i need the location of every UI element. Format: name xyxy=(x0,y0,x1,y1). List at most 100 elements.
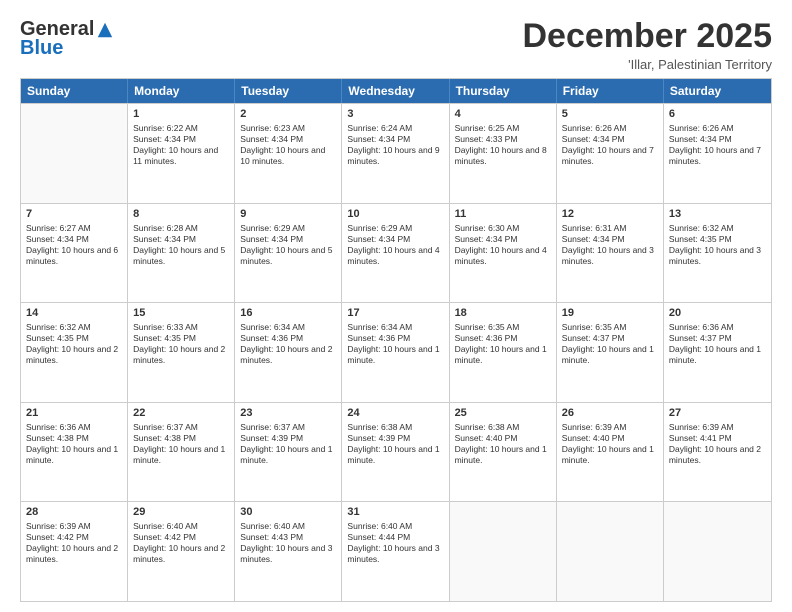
header-day-wednesday: Wednesday xyxy=(342,79,449,103)
calendar-cell xyxy=(21,104,128,203)
day-info: Sunrise: 6:34 AM Sunset: 4:36 PM Dayligh… xyxy=(240,322,336,366)
calendar-cell: 30Sunrise: 6:40 AM Sunset: 4:43 PM Dayli… xyxy=(235,502,342,601)
header-day-tuesday: Tuesday xyxy=(235,79,342,103)
day-info: Sunrise: 6:39 AM Sunset: 4:42 PM Dayligh… xyxy=(26,521,122,565)
day-info: Sunrise: 6:23 AM Sunset: 4:34 PM Dayligh… xyxy=(240,123,336,167)
header-day-thursday: Thursday xyxy=(450,79,557,103)
day-info: Sunrise: 6:26 AM Sunset: 4:34 PM Dayligh… xyxy=(669,123,766,167)
day-number: 2 xyxy=(240,107,336,122)
day-info: Sunrise: 6:38 AM Sunset: 4:40 PM Dayligh… xyxy=(455,422,551,466)
calendar-row-3: 21Sunrise: 6:36 AM Sunset: 4:38 PM Dayli… xyxy=(21,402,771,502)
day-info: Sunrise: 6:39 AM Sunset: 4:40 PM Dayligh… xyxy=(562,422,658,466)
calendar-cell: 31Sunrise: 6:40 AM Sunset: 4:44 PM Dayli… xyxy=(342,502,449,601)
day-number: 26 xyxy=(562,406,658,421)
day-number: 22 xyxy=(133,406,229,421)
calendar-cell: 17Sunrise: 6:34 AM Sunset: 4:36 PM Dayli… xyxy=(342,303,449,402)
day-info: Sunrise: 6:39 AM Sunset: 4:41 PM Dayligh… xyxy=(669,422,766,466)
calendar-cell: 26Sunrise: 6:39 AM Sunset: 4:40 PM Dayli… xyxy=(557,403,664,502)
subtitle: 'Illar, Palestinian Territory xyxy=(522,57,772,72)
day-info: Sunrise: 6:29 AM Sunset: 4:34 PM Dayligh… xyxy=(240,223,336,267)
calendar-cell: 1Sunrise: 6:22 AM Sunset: 4:34 PM Daylig… xyxy=(128,104,235,203)
day-number: 27 xyxy=(669,406,766,421)
day-info: Sunrise: 6:35 AM Sunset: 4:37 PM Dayligh… xyxy=(562,322,658,366)
title-block: December 2025 'Illar, Palestinian Territ… xyxy=(522,18,772,72)
day-number: 28 xyxy=(26,505,122,520)
day-info: Sunrise: 6:40 AM Sunset: 4:42 PM Dayligh… xyxy=(133,521,229,565)
calendar-cell: 2Sunrise: 6:23 AM Sunset: 4:34 PM Daylig… xyxy=(235,104,342,203)
day-info: Sunrise: 6:36 AM Sunset: 4:38 PM Dayligh… xyxy=(26,422,122,466)
calendar-row-2: 14Sunrise: 6:32 AM Sunset: 4:35 PM Dayli… xyxy=(21,302,771,402)
day-number: 21 xyxy=(26,406,122,421)
day-number: 11 xyxy=(455,207,551,222)
day-number: 24 xyxy=(347,406,443,421)
day-number: 13 xyxy=(669,207,766,222)
header-day-friday: Friday xyxy=(557,79,664,103)
main-title: December 2025 xyxy=(522,18,772,55)
calendar: SundayMondayTuesdayWednesdayThursdayFrid… xyxy=(20,78,772,602)
calendar-cell: 29Sunrise: 6:40 AM Sunset: 4:42 PM Dayli… xyxy=(128,502,235,601)
day-number: 16 xyxy=(240,306,336,321)
day-number: 25 xyxy=(455,406,551,421)
day-number: 18 xyxy=(455,306,551,321)
calendar-cell: 22Sunrise: 6:37 AM Sunset: 4:38 PM Dayli… xyxy=(128,403,235,502)
calendar-cell: 15Sunrise: 6:33 AM Sunset: 4:35 PM Dayli… xyxy=(128,303,235,402)
calendar-cell xyxy=(557,502,664,601)
logo-icon xyxy=(96,21,114,39)
day-info: Sunrise: 6:24 AM Sunset: 4:34 PM Dayligh… xyxy=(347,123,443,167)
calendar-header: SundayMondayTuesdayWednesdayThursdayFrid… xyxy=(21,79,771,103)
day-info: Sunrise: 6:40 AM Sunset: 4:44 PM Dayligh… xyxy=(347,521,443,565)
day-number: 12 xyxy=(562,207,658,222)
day-number: 17 xyxy=(347,306,443,321)
day-info: Sunrise: 6:32 AM Sunset: 4:35 PM Dayligh… xyxy=(669,223,766,267)
calendar-cell: 19Sunrise: 6:35 AM Sunset: 4:37 PM Dayli… xyxy=(557,303,664,402)
calendar-cell: 25Sunrise: 6:38 AM Sunset: 4:40 PM Dayli… xyxy=(450,403,557,502)
calendar-body: 1Sunrise: 6:22 AM Sunset: 4:34 PM Daylig… xyxy=(21,103,771,601)
day-info: Sunrise: 6:30 AM Sunset: 4:34 PM Dayligh… xyxy=(455,223,551,267)
calendar-cell: 6Sunrise: 6:26 AM Sunset: 4:34 PM Daylig… xyxy=(664,104,771,203)
calendar-cell: 4Sunrise: 6:25 AM Sunset: 4:33 PM Daylig… xyxy=(450,104,557,203)
day-number: 20 xyxy=(669,306,766,321)
calendar-cell: 11Sunrise: 6:30 AM Sunset: 4:34 PM Dayli… xyxy=(450,204,557,303)
calendar-cell: 3Sunrise: 6:24 AM Sunset: 4:34 PM Daylig… xyxy=(342,104,449,203)
day-number: 10 xyxy=(347,207,443,222)
calendar-row-1: 7Sunrise: 6:27 AM Sunset: 4:34 PM Daylig… xyxy=(21,203,771,303)
day-number: 29 xyxy=(133,505,229,520)
header-day-sunday: Sunday xyxy=(21,79,128,103)
day-number: 3 xyxy=(347,107,443,122)
day-number: 9 xyxy=(240,207,336,222)
logo: General Blue xyxy=(20,18,114,60)
calendar-cell: 24Sunrise: 6:38 AM Sunset: 4:39 PM Dayli… xyxy=(342,403,449,502)
calendar-cell: 12Sunrise: 6:31 AM Sunset: 4:34 PM Dayli… xyxy=(557,204,664,303)
day-number: 4 xyxy=(455,107,551,122)
day-number: 15 xyxy=(133,306,229,321)
day-info: Sunrise: 6:36 AM Sunset: 4:37 PM Dayligh… xyxy=(669,322,766,366)
day-number: 31 xyxy=(347,505,443,520)
calendar-cell: 14Sunrise: 6:32 AM Sunset: 4:35 PM Dayli… xyxy=(21,303,128,402)
day-info: Sunrise: 6:27 AM Sunset: 4:34 PM Dayligh… xyxy=(26,223,122,267)
day-info: Sunrise: 6:29 AM Sunset: 4:34 PM Dayligh… xyxy=(347,223,443,267)
calendar-cell xyxy=(664,502,771,601)
day-info: Sunrise: 6:34 AM Sunset: 4:36 PM Dayligh… xyxy=(347,322,443,366)
day-info: Sunrise: 6:26 AM Sunset: 4:34 PM Dayligh… xyxy=(562,123,658,167)
day-info: Sunrise: 6:35 AM Sunset: 4:36 PM Dayligh… xyxy=(455,322,551,366)
day-number: 19 xyxy=(562,306,658,321)
logo-blue: Blue xyxy=(20,37,63,60)
calendar-cell: 27Sunrise: 6:39 AM Sunset: 4:41 PM Dayli… xyxy=(664,403,771,502)
day-info: Sunrise: 6:31 AM Sunset: 4:34 PM Dayligh… xyxy=(562,223,658,267)
day-info: Sunrise: 6:37 AM Sunset: 4:38 PM Dayligh… xyxy=(133,422,229,466)
day-info: Sunrise: 6:40 AM Sunset: 4:43 PM Dayligh… xyxy=(240,521,336,565)
calendar-row-4: 28Sunrise: 6:39 AM Sunset: 4:42 PM Dayli… xyxy=(21,501,771,601)
day-number: 6 xyxy=(669,107,766,122)
day-number: 23 xyxy=(240,406,336,421)
calendar-cell: 8Sunrise: 6:28 AM Sunset: 4:34 PM Daylig… xyxy=(128,204,235,303)
day-info: Sunrise: 6:33 AM Sunset: 4:35 PM Dayligh… xyxy=(133,322,229,366)
calendar-cell: 21Sunrise: 6:36 AM Sunset: 4:38 PM Dayli… xyxy=(21,403,128,502)
calendar-cell: 28Sunrise: 6:39 AM Sunset: 4:42 PM Dayli… xyxy=(21,502,128,601)
day-number: 14 xyxy=(26,306,122,321)
day-info: Sunrise: 6:25 AM Sunset: 4:33 PM Dayligh… xyxy=(455,123,551,167)
day-number: 1 xyxy=(133,107,229,122)
calendar-cell: 7Sunrise: 6:27 AM Sunset: 4:34 PM Daylig… xyxy=(21,204,128,303)
calendar-cell: 23Sunrise: 6:37 AM Sunset: 4:39 PM Dayli… xyxy=(235,403,342,502)
calendar-cell: 10Sunrise: 6:29 AM Sunset: 4:34 PM Dayli… xyxy=(342,204,449,303)
calendar-cell: 9Sunrise: 6:29 AM Sunset: 4:34 PM Daylig… xyxy=(235,204,342,303)
